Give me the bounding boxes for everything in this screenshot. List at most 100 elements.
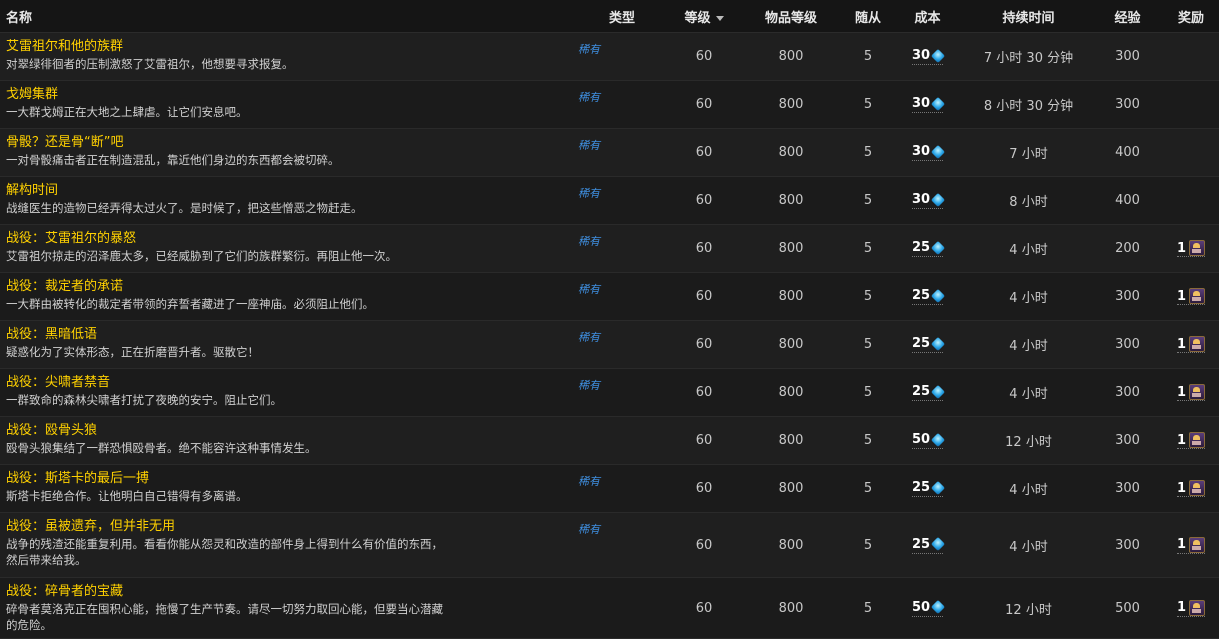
mission-cost-cell: 30 <box>890 177 965 225</box>
mission-title-link[interactable]: 戈姆集群 <box>6 86 566 104</box>
mission-reward[interactable]: 1 <box>1176 599 1206 617</box>
mission-followers: 5 <box>863 600 873 616</box>
table-row[interactable]: 战役：碎骨者的宝藏 碎骨者莫洛克正在囤积心能，拖慢了生产节奏。请尽一切努力取回心能… <box>0 577 1219 639</box>
mission-title-link[interactable]: 战役：殴骨头狼 <box>6 422 566 440</box>
mission-cost[interactable]: 25 <box>911 480 946 497</box>
mission-description: 疑惑化为了实体形态，正在折磨晋升者。驱散它！ <box>6 345 259 359</box>
anima-crystal-icon <box>930 192 946 207</box>
mission-reward[interactable]: 1 <box>1176 536 1206 554</box>
table-row[interactable]: 战役：虽被遗弃，但并非无用 战争的残渣还能重复利用。看看你能从怨灵和改造的部件身上… <box>0 512 1219 578</box>
mission-title-link[interactable]: 艾雷祖尔和他的族群 <box>6 38 566 56</box>
table-row[interactable]: 战役：黑暗低语 疑惑化为了实体形态，正在折磨晋升者。驱散它！ 稀有 60 800 5 25 4… <box>0 320 1219 369</box>
header-name[interactable]: 名称 <box>0 0 572 33</box>
mission-reward[interactable]: 1 <box>1176 336 1206 353</box>
table-row[interactable]: 戈姆集群 一大群戈姆正在大地之上肆虐。让它们安息吧。 稀有 60 800 5 30 8 小时 … <box>0 80 1219 129</box>
mission-reward[interactable]: 1 <box>1176 288 1206 305</box>
mission-duration: 4 小时 <box>1009 243 1048 258</box>
mission-reward-cell <box>1163 129 1219 177</box>
mission-item-level: 800 <box>778 241 804 256</box>
mission-reward[interactable]: 1 <box>1176 384 1206 401</box>
mission-item-level: 800 <box>778 49 804 64</box>
mission-cost[interactable]: 25 <box>911 336 946 353</box>
mission-cost[interactable]: 30 <box>911 48 946 65</box>
table-row[interactable]: 战役：裁定者的承诺 一大群由被转化的裁定者带领的弃誓者藏进了一座神庙。必须阻止他们… <box>0 272 1219 321</box>
mission-title-link[interactable]: 战役：黑暗低语 <box>6 326 566 344</box>
mission-duration: 4 小时 <box>1009 387 1048 402</box>
mission-cost-cell: 25 <box>890 369 965 417</box>
mission-cost[interactable]: 30 <box>911 192 946 209</box>
mission-followers: 5 <box>863 49 873 64</box>
reward-chest-icon[interactable] <box>1189 536 1206 553</box>
reward-chest-icon[interactable] <box>1189 480 1206 496</box>
mission-type: 稀有 <box>578 187 600 200</box>
mission-cost[interactable]: 50 <box>911 600 946 617</box>
reward-chest-icon[interactable] <box>1189 288 1206 304</box>
mission-title-link[interactable]: 战役：艾雷祖尔的暴怒 <box>6 230 566 248</box>
reward-count: 1 <box>1176 288 1187 304</box>
mission-item-level: 800 <box>778 289 804 304</box>
mission-description: 殴骨头狼集结了一群恐惧殴骨者。绝不能容许这种事情发生。 <box>6 441 317 455</box>
mission-title-link[interactable]: 战役：斯塔卡的最后一搏 <box>6 470 566 488</box>
table-row[interactable]: 战役：斯塔卡的最后一搏 斯塔卡拒绝合作。让他明白自己错得有多离谱。 稀有 60 800 5… <box>0 464 1219 513</box>
mission-cost[interactable]: 50 <box>911 432 946 449</box>
mission-duration: 4 小时 <box>1009 539 1048 555</box>
mission-title-link[interactable]: 战役：尖啸者禁音 <box>6 374 566 392</box>
mission-level: 60 <box>695 600 713 616</box>
header-level[interactable]: 等级 <box>672 0 736 33</box>
header-xp[interactable]: 经验 <box>1092 0 1163 33</box>
header-followers[interactable]: 随从 <box>846 0 890 33</box>
mission-level: 60 <box>695 49 713 64</box>
reward-chest-icon[interactable] <box>1189 384 1206 400</box>
reward-chest-icon[interactable] <box>1189 240 1206 256</box>
mission-description: 一大群戈姆正在大地之上肆虐。让它们安息吧。 <box>6 105 248 119</box>
mission-title-link[interactable]: 战役：碎骨者的宝藏 <box>6 583 566 601</box>
mission-title-link[interactable]: 战役：裁定者的承诺 <box>6 278 566 296</box>
reward-chest-icon[interactable] <box>1189 432 1206 448</box>
table-row[interactable]: 解构时间 战缝医生的造物已经弄得太过火了。是时候了，把这些憎恶之物赶走。 稀有 60 8… <box>0 176 1219 225</box>
mission-reward[interactable]: 1 <box>1176 240 1206 257</box>
mission-xp: 300 <box>1115 49 1140 64</box>
mission-cost[interactable]: 25 <box>911 384 946 401</box>
mission-reward-cell: 1 <box>1163 369 1219 417</box>
mission-item-level: 800 <box>778 433 804 448</box>
mission-cost[interactable]: 30 <box>911 144 946 161</box>
mission-reward-cell: 1 <box>1163 417 1219 465</box>
mission-description: 一大群由被转化的裁定者带领的弃誓者藏进了一座神庙。必须阻止他们。 <box>6 297 374 311</box>
mission-title-link[interactable]: 骨骰？还是骨“断”吧 <box>6 134 566 152</box>
mission-type-cell: 稀有 <box>572 33 672 81</box>
mission-duration: 7 小时 <box>1009 147 1048 162</box>
anima-crystal-icon <box>930 384 946 399</box>
header-reward[interactable]: 奖励 <box>1163 0 1219 33</box>
mission-name-cell: 战役：殴骨头狼 殴骨头狼集结了一群恐惧殴骨者。绝不能容许这种事情发生。 <box>0 417 572 465</box>
table-row[interactable]: 战役：尖啸者禁音 一群致命的森林尖啸者打扰了夜晚的安宁。阻止它们。 稀有 60 800 5… <box>0 368 1219 417</box>
mission-cost[interactable]: 25 <box>911 537 946 554</box>
mission-cost[interactable]: 30 <box>911 96 946 113</box>
mission-level: 60 <box>695 241 713 256</box>
mission-type: 稀有 <box>578 91 600 104</box>
mission-duration: 12 小时 <box>1005 435 1052 450</box>
header-cost[interactable]: 成本 <box>890 0 965 33</box>
header-item-level[interactable]: 物品等级 <box>736 0 846 33</box>
mission-reward-cell <box>1163 177 1219 225</box>
table-row[interactable]: 战役：殴骨头狼 殴骨头狼集结了一群恐惧殴骨者。绝不能容许这种事情发生。 60 800 5… <box>0 416 1219 465</box>
table-row[interactable]: 战役：艾雷祖尔的暴怒 艾雷祖尔掠走的沼泽鹿太多，已经威胁到了它们的族群繁衍。再阻止… <box>0 224 1219 273</box>
table-row[interactable]: 骨骰？还是骨“断”吧 一对骨骰痛击者正在制造混乱，靠近他们身边的东西都会被切碎。稀… <box>0 128 1219 177</box>
mission-level: 60 <box>695 337 713 352</box>
header-duration[interactable]: 持续时间 <box>965 0 1092 33</box>
mission-item-level: 800 <box>778 385 804 400</box>
mission-reward[interactable]: 1 <box>1176 432 1206 449</box>
mission-cost[interactable]: 25 <box>911 288 946 305</box>
reward-chest-icon[interactable] <box>1189 336 1206 352</box>
header-type[interactable]: 类型 <box>572 0 672 33</box>
reward-count: 1 <box>1176 600 1187 615</box>
reward-chest-icon[interactable] <box>1189 599 1206 616</box>
cost-value: 25 <box>911 240 931 255</box>
mission-title-link[interactable]: 解构时间 <box>6 182 566 200</box>
mission-followers: 5 <box>863 97 873 112</box>
mission-title-link[interactable]: 战役：虽被遗弃，但并非无用 <box>6 518 566 536</box>
mission-cost[interactable]: 25 <box>911 240 946 257</box>
mission-reward[interactable]: 1 <box>1176 480 1206 497</box>
mission-followers: 5 <box>863 289 873 304</box>
mission-type: 稀有 <box>578 43 600 56</box>
table-row[interactable]: 艾雷祖尔和他的族群 对翠绿徘徊者的压制激怒了艾雷祖尔，他想要寻求报复。 稀有 60 80… <box>0 32 1219 81</box>
